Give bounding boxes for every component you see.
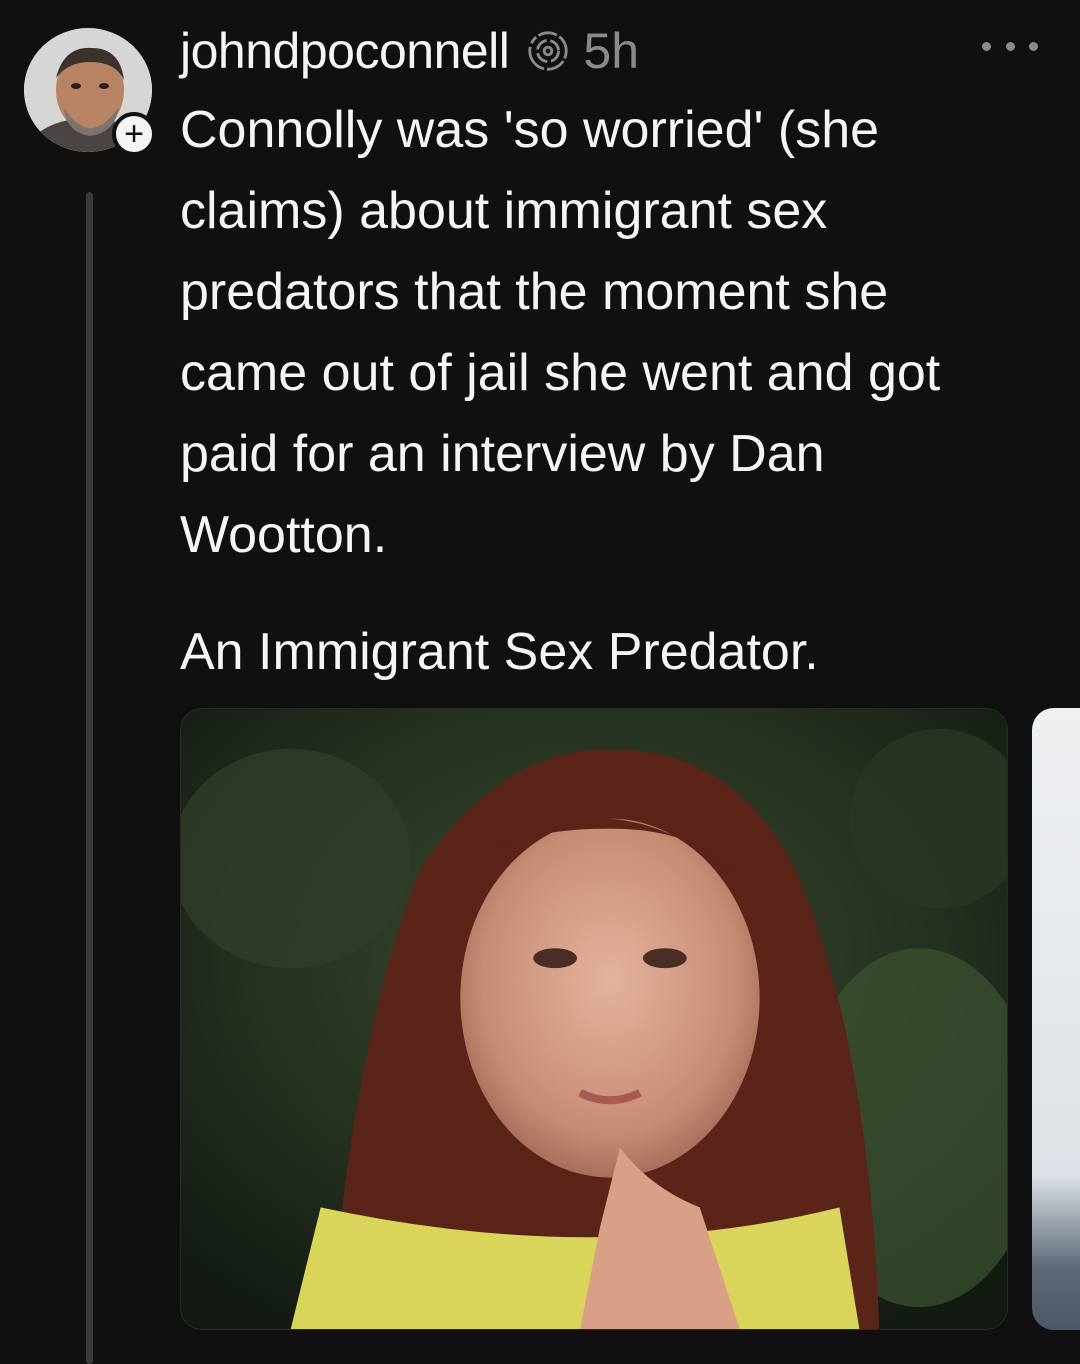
more-dot	[1005, 41, 1015, 51]
post-header: johndpoconnell 5h	[180, 16, 639, 86]
plus-icon: +	[124, 115, 144, 153]
post-image-2[interactable]	[1032, 708, 1080, 1330]
author-username[interactable]: johndpoconnell	[180, 22, 510, 80]
more-dot	[1029, 41, 1038, 51]
portrait-photo	[181, 709, 1007, 1329]
thread-connector-line	[86, 192, 93, 1364]
more-horizontal-icon[interactable]	[982, 34, 1038, 58]
post-second-paragraph: An Immigrant Sex Predator.	[180, 623, 819, 681]
post-image-1[interactable]	[180, 708, 1008, 1330]
thread-post: + johndpoconnell 5h Connolly was 'so wor…	[0, 0, 1080, 1364]
post-timestamp: 5h	[583, 23, 640, 79]
post-body-text: Connolly was 'so worried' (she claims) a…	[180, 101, 941, 564]
more-dot	[982, 41, 991, 51]
follow-button[interactable]: +	[112, 112, 156, 156]
threads-swirl-icon	[528, 31, 569, 71]
